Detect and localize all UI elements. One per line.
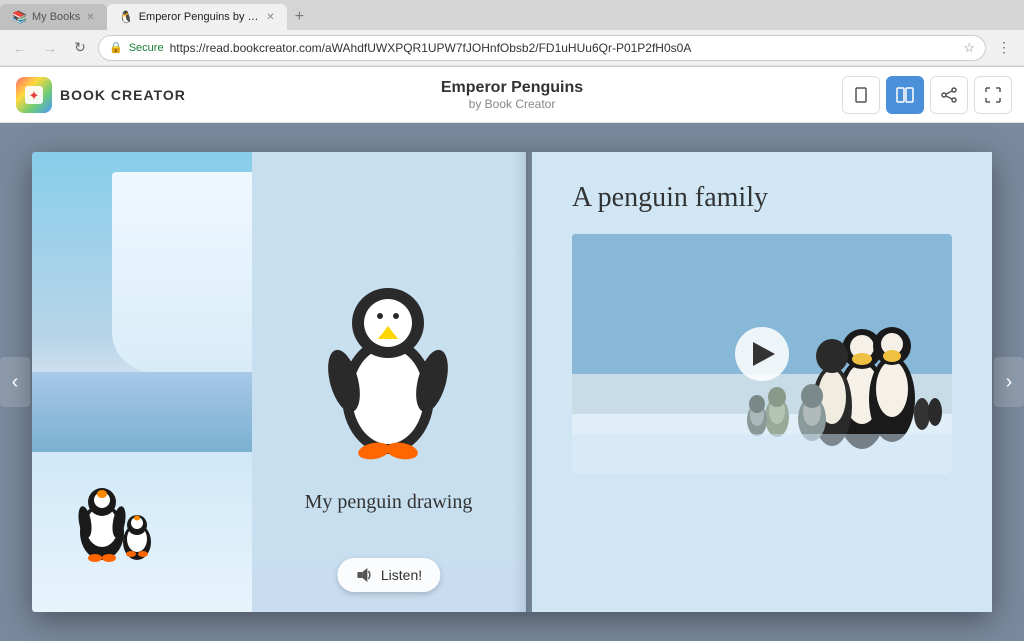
tab-favicon-1: 📚	[12, 10, 26, 24]
reload-button[interactable]: ↻	[68, 36, 92, 60]
toolbar-right: ⋮	[992, 36, 1016, 60]
browser-chrome: 📚 My Books ✕ 🐧 Emperor Penguins by Book …	[0, 0, 1024, 67]
video-player[interactable]	[572, 234, 952, 474]
main-content: ‹	[0, 123, 1024, 641]
background-penguins-svg	[52, 422, 172, 562]
book-subtitle: by Book Creator	[441, 97, 583, 111]
tab-close-1[interactable]: ✕	[86, 12, 94, 23]
next-page-button[interactable]: ›	[994, 357, 1024, 407]
svg-text:✦: ✦	[29, 88, 40, 103]
video-thumbnail	[572, 234, 952, 474]
play-button[interactable]	[735, 327, 789, 381]
app-logo-icon: ✦	[16, 77, 52, 113]
tab-title-1: My Books	[32, 11, 80, 23]
penguin-drawing-svg	[308, 251, 468, 471]
single-page-button[interactable]	[842, 76, 880, 114]
book-title: Emperor Penguins	[441, 79, 583, 97]
secure-label: Secure	[129, 42, 164, 54]
url-text: https://read.bookcreator.com/aWAhdfUWXPQ…	[170, 41, 958, 55]
app-header-actions	[830, 76, 1024, 114]
speaker-icon	[355, 566, 373, 584]
share-button[interactable]	[930, 76, 968, 114]
browser-tabs: 📚 My Books ✕ 🐧 Emperor Penguins by Book …	[0, 0, 1024, 30]
logo-svg: ✦	[23, 84, 45, 106]
bookmark-icon[interactable]: ☆	[963, 40, 975, 56]
fullscreen-icon	[984, 86, 1002, 104]
back-button[interactable]: ←	[8, 36, 32, 60]
double-page-button[interactable]	[886, 76, 924, 114]
prev-page-button[interactable]: ‹	[0, 357, 30, 407]
tab-favicon-2: 🐧	[119, 10, 133, 24]
double-page-icon	[896, 86, 914, 104]
listen-button[interactable]: Listen!	[337, 558, 440, 592]
lock-icon: 🔒	[109, 41, 123, 54]
tab-my-books[interactable]: 📚 My Books ✕	[0, 4, 107, 30]
forward-button[interactable]: →	[38, 36, 62, 60]
penguin-caption: My penguin drawing	[305, 491, 473, 514]
book-spread: My penguin drawing Listen! A penguin fam…	[32, 152, 992, 612]
app-logo[interactable]: ✦ BOOK CREATOR	[0, 77, 202, 113]
app-logo-text: BOOK CREATOR	[60, 87, 186, 103]
background-scene	[32, 152, 252, 612]
ice-cliff	[112, 172, 252, 372]
app-header-title: Emperor Penguins by Book Creator	[441, 79, 583, 111]
fullscreen-button[interactable]	[974, 76, 1012, 114]
new-tab-button[interactable]: +	[287, 4, 312, 30]
tab-close-2[interactable]: ✕	[266, 12, 274, 23]
right-page-title: A penguin family	[572, 182, 952, 214]
extensions-button[interactable]: ⋮	[992, 36, 1016, 60]
prev-arrow-icon: ‹	[12, 371, 19, 394]
bottom-listen-area: Listen!	[252, 562, 525, 612]
address-bar[interactable]: 🔒 Secure https://read.bookcreator.com/aW…	[98, 35, 986, 61]
app-header: ✦ BOOK CREATOR Emperor Penguins by Book …	[0, 67, 1024, 123]
next-arrow-icon: ›	[1006, 371, 1013, 394]
listen-label: Listen!	[381, 567, 422, 583]
tab-title-2: Emperor Penguins by Book C...	[139, 11, 261, 23]
left-background-page	[32, 152, 252, 612]
browser-toolbar: ← → ↻ 🔒 Secure https://read.bookcreator.…	[0, 30, 1024, 66]
penguin-drawing-area: My penguin drawing	[305, 251, 473, 514]
tab-emperor-penguins[interactable]: 🐧 Emperor Penguins by Book C... ✕	[107, 4, 287, 30]
single-page-icon	[852, 86, 870, 104]
share-icon	[940, 86, 958, 104]
left-page: My penguin drawing Listen!	[252, 152, 526, 612]
right-page: A penguin family	[532, 152, 992, 612]
